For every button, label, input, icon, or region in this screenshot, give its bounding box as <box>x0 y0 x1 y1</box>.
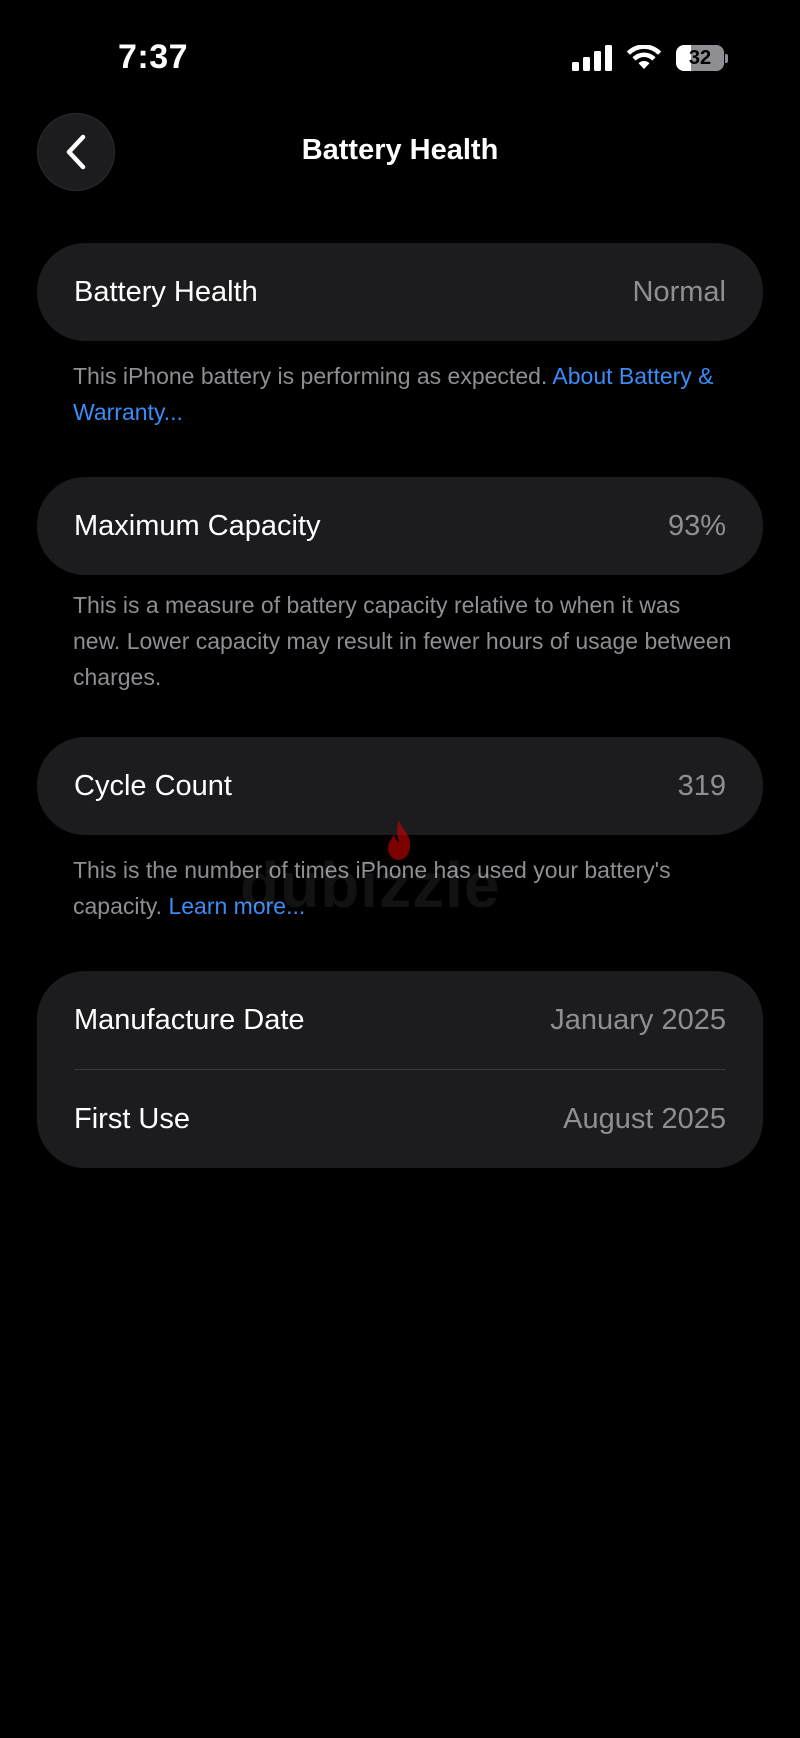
status-bar: 7:37 32 <box>0 0 800 110</box>
battery-health-label: Battery Health <box>74 275 258 308</box>
battery-health-note-text: This iPhone battery is performing as exp… <box>73 363 553 389</box>
first-use-label: First Use <box>74 1102 190 1135</box>
maximum-capacity-note: This is a measure of battery capacity re… <box>73 592 732 690</box>
battery-health-note: This iPhone battery is performing as exp… <box>73 358 733 430</box>
status-time: 7:37 <box>118 38 189 76</box>
dates-card: Manufacture Date January 2025 First Use … <box>37 971 763 1168</box>
cycle-count-value: 319 <box>677 769 726 802</box>
manufacture-date-value: January 2025 <box>550 1003 726 1036</box>
battery-level: 32 <box>688 46 712 69</box>
battery-health-row: Battery Health Normal <box>37 243 763 341</box>
status-icons: 32 <box>572 44 728 72</box>
maximum-capacity-card: Maximum Capacity 93% <box>37 477 763 575</box>
maximum-capacity-label: Maximum Capacity <box>74 509 321 542</box>
cycle-count-label: Cycle Count <box>74 769 232 802</box>
battery-tip <box>725 53 728 63</box>
battery-health-value: Normal <box>632 275 726 308</box>
wifi-icon <box>626 45 662 69</box>
battery-health-card: Battery Health Normal <box>37 243 763 341</box>
battery-icon: 32 <box>676 44 728 72</box>
battery-body: 32 <box>676 45 724 71</box>
cellular-signal-icon <box>572 45 612 71</box>
page-title: Battery Health <box>301 134 499 166</box>
maximum-capacity-value: 93% <box>667 509 726 542</box>
first-use-row: First Use August 2025 <box>37 1070 763 1168</box>
watermark-logo: dubizzle <box>240 849 501 921</box>
manufacture-date-row: Manufacture Date January 2025 <box>37 971 763 1069</box>
first-use-value: August 2025 <box>563 1102 726 1135</box>
maximum-capacity-row: Maximum Capacity 93% <box>37 477 763 575</box>
manufacture-date-label: Manufacture Date <box>74 1003 305 1036</box>
